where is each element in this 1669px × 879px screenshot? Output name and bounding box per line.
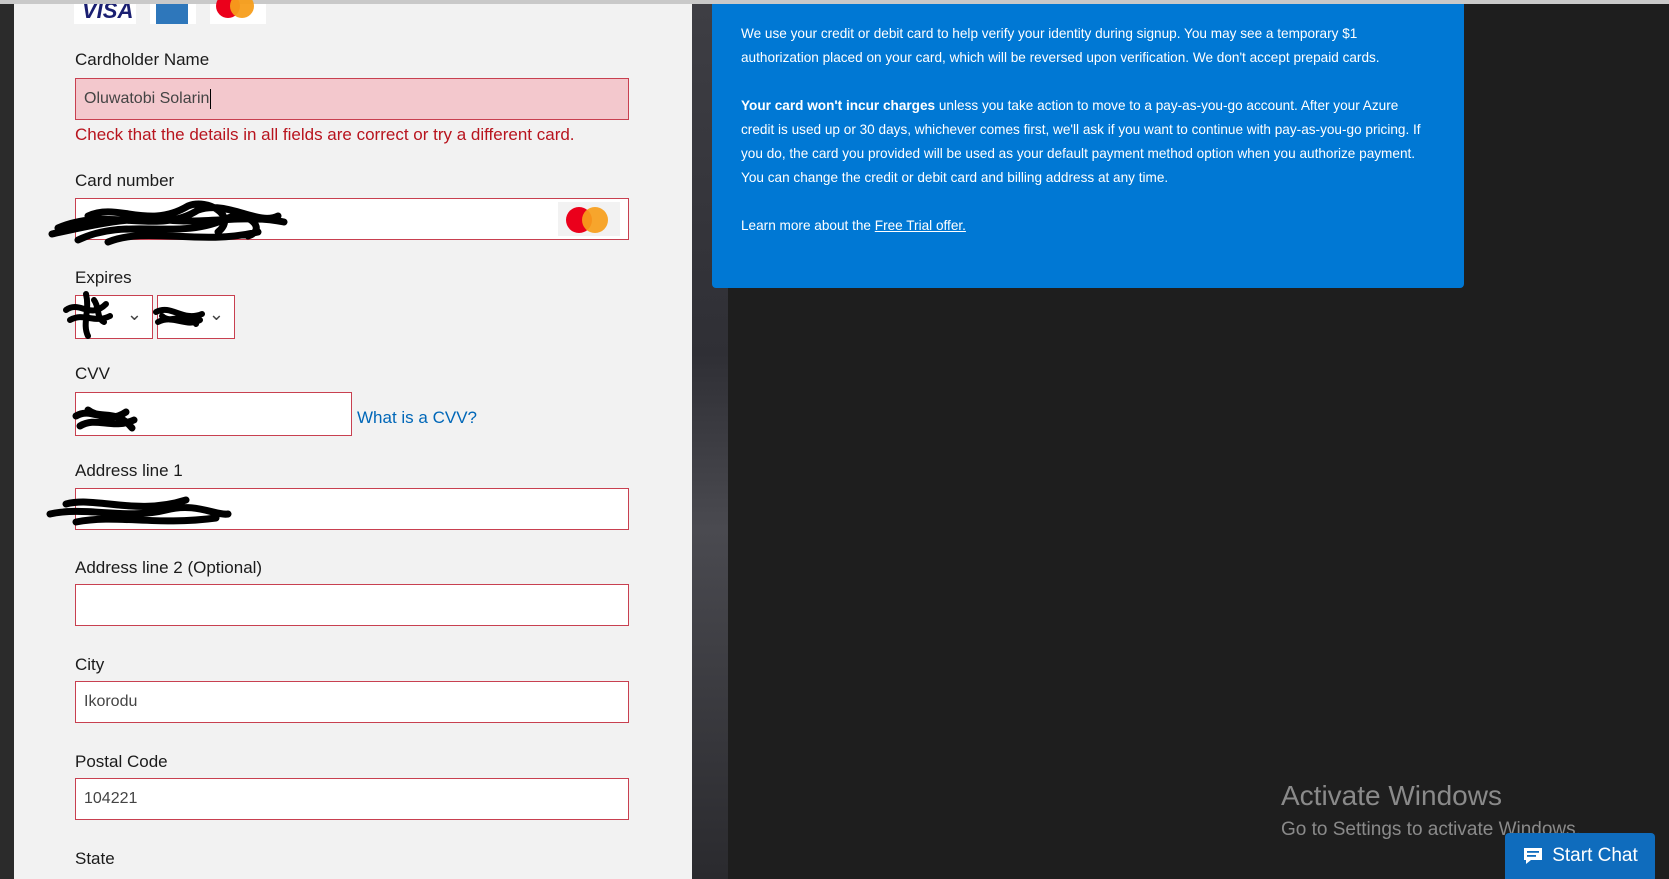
city-input[interactable]: Ikorodu (75, 681, 629, 723)
postal-code-label: Postal Code (75, 752, 168, 771)
chevron-down-icon: ⌄ (208, 304, 224, 324)
amex-logo (150, 4, 196, 24)
mastercard-logo (210, 0, 266, 24)
cardholder-name-label: Cardholder Name (75, 50, 210, 69)
chevron-down-icon: ⌄ (126, 304, 142, 324)
card-verification-info: We use your credit or debit card to help… (712, 4, 1464, 288)
redaction-scribble (153, 307, 205, 327)
redaction-scribble (63, 291, 113, 339)
info-paragraph-2: Your card won't incur charges unless you… (741, 98, 1421, 185)
left-edge (0, 4, 14, 879)
cvv-label: CVV (75, 364, 110, 383)
state-label: State (75, 849, 115, 868)
mastercard-icon (558, 202, 620, 236)
postal-code-input[interactable]: 104221 (75, 778, 629, 820)
expires-label: Expires (75, 268, 132, 287)
visa-logo: VISA (74, 4, 136, 24)
info-paragraph-1: We use your credit or debit card to help… (741, 26, 1380, 65)
address-line2-input[interactable] (75, 584, 629, 626)
activate-windows-title: Activate Windows (1281, 780, 1502, 811)
free-trial-link[interactable]: Free Trial offer. (875, 218, 966, 233)
cardholder-name-input[interactable]: Oluwatobi Solarin (75, 78, 629, 120)
info-paragraph-3: Learn more about the Free Trial offer. (741, 218, 966, 233)
address-line1-label: Address line 1 (75, 461, 183, 480)
city-label: City (75, 655, 105, 674)
start-chat-button[interactable]: Start Chat (1505, 833, 1655, 879)
redaction-scribble (46, 496, 232, 526)
start-chat-label: Start Chat (1552, 845, 1638, 866)
chat-icon (1524, 848, 1543, 864)
card-error-message: Check that the details in all fields are… (75, 125, 575, 144)
address-line2-label: Address line 2 (Optional) (75, 558, 263, 577)
what-is-cvv-link[interactable]: What is a CVV? (357, 408, 477, 428)
card-number-label: Card number (75, 171, 175, 190)
redaction-scribble (48, 200, 288, 246)
redaction-scribble (72, 406, 138, 432)
text-caret (210, 88, 212, 109)
accepted-cards: VISA (74, 0, 266, 24)
